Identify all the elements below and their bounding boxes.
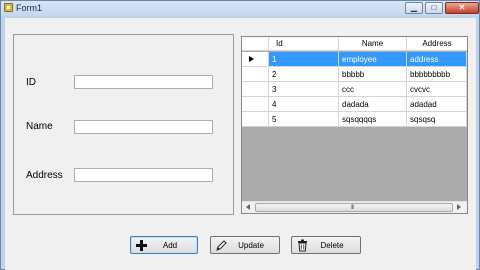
cell-address[interactable]: bbbbbbbbb — [407, 67, 467, 82]
data-grid[interactable]: Id Name Address 1 employee address 2 bbbbb bb… — [241, 36, 468, 214]
close-icon: ✕ — [458, 3, 466, 12]
row-header[interactable] — [242, 52, 269, 67]
close-button[interactable]: ✕ — [445, 2, 479, 14]
cell-id[interactable]: 3 — [269, 82, 339, 97]
address-label: Address — [26, 170, 63, 181]
cell-address[interactable]: cvcvc — [407, 82, 467, 97]
cell-name[interactable]: dadada — [339, 97, 407, 112]
cell-name[interactable]: employee — [339, 52, 407, 67]
id-input[interactable] — [74, 75, 213, 89]
add-button-label: Add — [162, 241, 178, 250]
table-row[interactable]: 3 ccc cvcvc — [242, 82, 467, 97]
main-window: Form1 ▁ □ ✕ ID Name Address Id Name Addr… — [0, 0, 480, 270]
cell-name[interactable]: bbbbb — [339, 67, 407, 82]
table-row[interactable]: 1 employee address — [242, 52, 467, 67]
id-label: ID — [26, 77, 36, 88]
grid-corner-header[interactable] — [242, 37, 269, 51]
title-bar[interactable]: Form1 ▁ □ ✕ — [1, 1, 479, 16]
name-label: Name — [26, 121, 53, 132]
table-row[interactable]: 4 dadada adadad — [242, 97, 467, 112]
scroll-thumb[interactable]: III — [255, 203, 453, 212]
maximize-button[interactable]: □ — [425, 2, 443, 14]
address-input[interactable] — [74, 168, 213, 182]
row-header[interactable] — [242, 112, 269, 127]
cell-id[interactable]: 4 — [269, 97, 339, 112]
row-header[interactable] — [242, 67, 269, 82]
cell-id[interactable]: 2 — [269, 67, 339, 82]
cell-name[interactable]: sqsqqqqs — [339, 112, 407, 127]
minimize-icon: ▁ — [410, 3, 418, 12]
cell-id[interactable]: 5 — [269, 112, 339, 127]
table-row[interactable]: 2 bbbbb bbbbbbbbb — [242, 67, 467, 82]
minimize-button[interactable]: ▁ — [405, 2, 423, 14]
maximize-icon: □ — [431, 3, 437, 12]
column-header-id[interactable]: Id — [269, 37, 339, 51]
cell-address[interactable]: address — [407, 52, 467, 67]
delete-button-label: Delete — [320, 241, 344, 250]
app-icon[interactable] — [4, 3, 13, 12]
column-header-name[interactable]: Name — [339, 37, 407, 51]
row-header[interactable] — [242, 82, 269, 97]
input-group-box: ID Name Address — [13, 34, 234, 215]
cell-address[interactable]: adadad — [407, 97, 467, 112]
row-header[interactable] — [242, 97, 269, 112]
scroll-right-icon[interactable] — [457, 204, 461, 210]
cell-id[interactable]: 1 — [269, 52, 339, 67]
cell-name[interactable]: ccc — [339, 82, 407, 97]
window-title: Form1 — [16, 3, 43, 13]
name-input[interactable] — [74, 120, 213, 134]
update-button-label: Update — [238, 241, 264, 250]
scroll-left-icon[interactable] — [246, 204, 250, 210]
form-client-area: ID Name Address Id Name Address 1 employe… — [5, 18, 476, 270]
scroll-grip: III — [351, 205, 354, 211]
horizontal-scrollbar[interactable]: III — [242, 201, 467, 213]
delete-button[interactable]: Delete — [291, 236, 361, 254]
table-row[interactable]: 5 sqsqqqqs sqsqsq — [242, 112, 467, 127]
grid-header: Id Name Address — [242, 37, 467, 51]
update-button[interactable]: Update — [210, 236, 280, 254]
add-button[interactable]: Add — [130, 236, 198, 254]
cell-address[interactable]: sqsqsq — [407, 112, 467, 127]
column-header-address[interactable]: Address — [407, 37, 467, 51]
